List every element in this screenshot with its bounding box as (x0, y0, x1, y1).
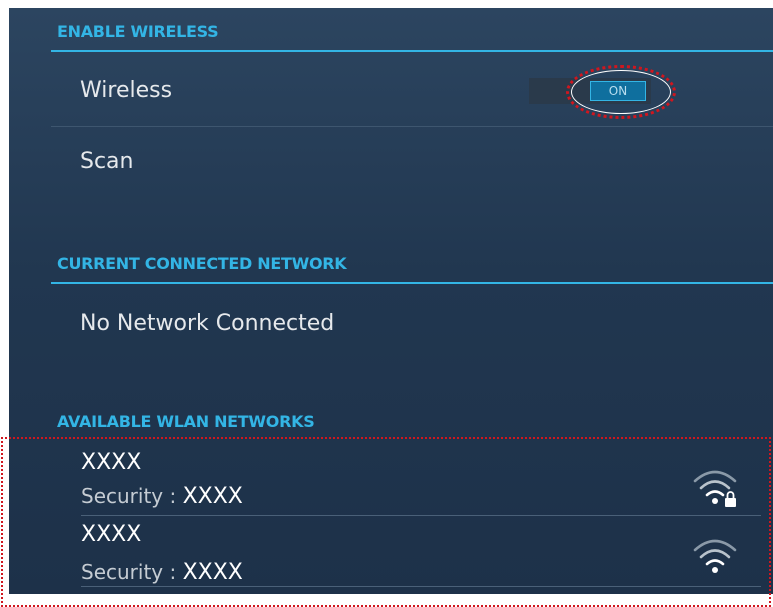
security-value: XXXX (182, 560, 243, 585)
network-name: XXXX (81, 450, 142, 475)
toggle-highlight-annotation (566, 65, 676, 119)
wifi-locked-icon (693, 470, 737, 507)
header-divider (51, 50, 773, 52)
network-security: Security : XXXX (81, 559, 243, 586)
row-divider (81, 586, 761, 587)
row-divider (81, 515, 761, 516)
network-security: Security : XXXX (81, 483, 243, 510)
security-value: XXXX (182, 484, 243, 509)
enable-wireless-header: ENABLE WIRELESS (57, 22, 219, 41)
header-divider (51, 282, 773, 284)
current-network-header: CURRENT CONNECTED NETWORK (57, 254, 347, 273)
available-networks-header: AVAILABLE WLAN NETWORKS (57, 412, 315, 431)
scan-button[interactable]: Scan (80, 148, 134, 176)
current-network-status: No Network Connected (80, 311, 335, 336)
security-label: Security : (81, 484, 177, 508)
wireless-settings-panel: ENABLE WIRELESS Wireless ON Scan CURRENT… (9, 8, 773, 594)
row-divider (51, 126, 773, 127)
wifi-icon (693, 539, 737, 573)
wireless-label: Wireless (80, 78, 173, 103)
network-name: XXXX (81, 522, 142, 547)
security-label: Security : (81, 560, 177, 584)
